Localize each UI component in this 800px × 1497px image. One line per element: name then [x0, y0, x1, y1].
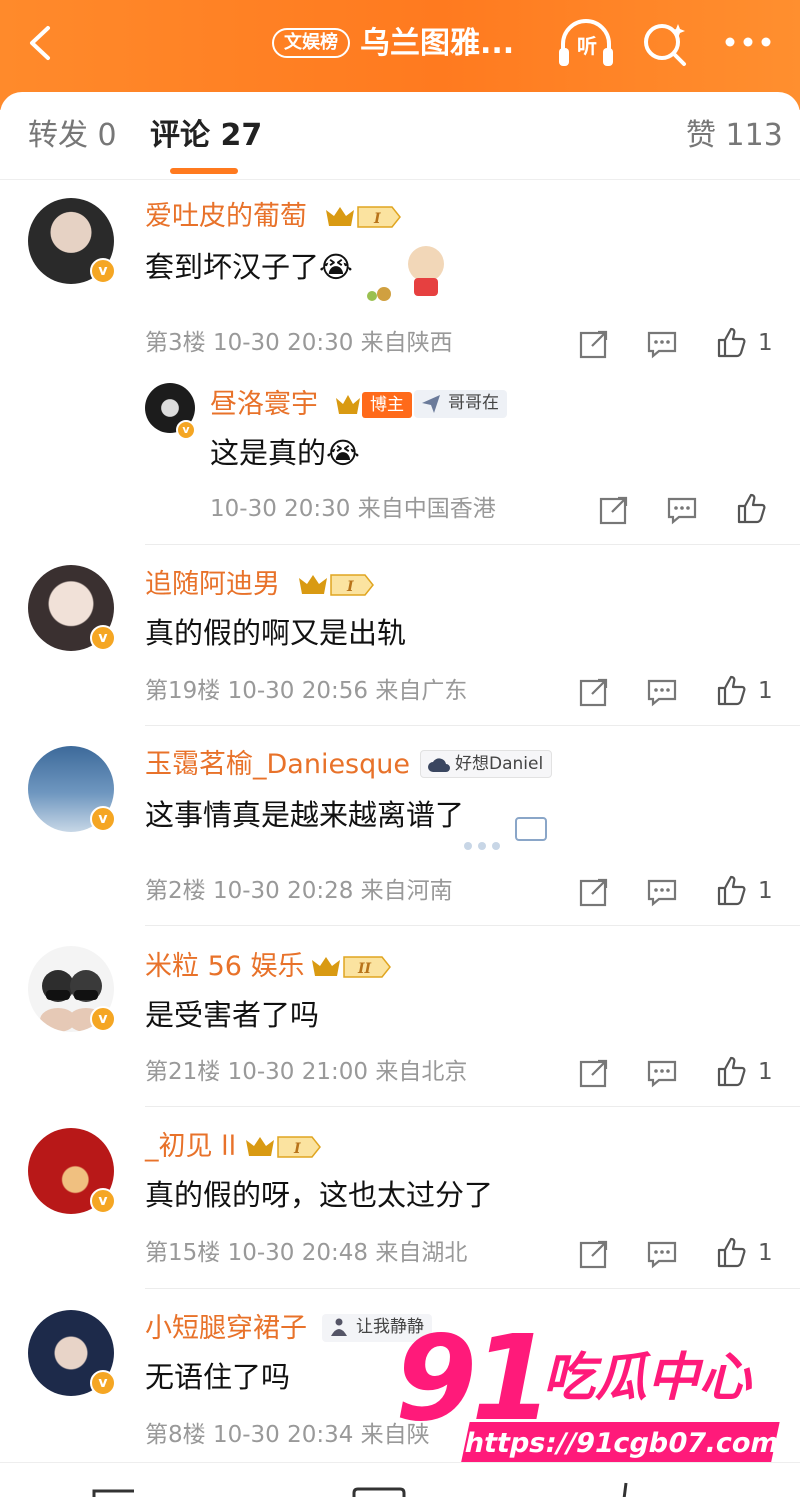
username[interactable]: 爱吐皮的葡萄 [145, 200, 307, 234]
cloud-icon [428, 758, 450, 772]
like-icon[interactable] [716, 1055, 748, 1087]
like-count: 1 [758, 678, 773, 704]
reply-icon[interactable] [666, 494, 698, 526]
reply-icon[interactable] [646, 1238, 678, 1270]
reply-icon[interactable] [646, 876, 678, 908]
repost-icon[interactable] [92, 1487, 142, 1497]
member-level-icon: I [246, 1136, 321, 1158]
username[interactable]: 追随阿迪男 [145, 568, 280, 602]
like-icon[interactable] [716, 874, 748, 906]
more-icon[interactable] [722, 20, 774, 64]
author-badge: 博主 [362, 392, 412, 418]
comment-meta: 第15楼 10-30 20:48 来自湖北 [145, 1240, 468, 1266]
search-icon[interactable] [640, 18, 692, 68]
fan-tag-label: 哥哥在 [448, 393, 499, 413]
crown-icon [336, 395, 360, 414]
username[interactable]: 昼洛寰宇 [210, 388, 318, 422]
verified-badge-icon: v [90, 806, 116, 832]
share-icon[interactable] [578, 1238, 610, 1270]
verified-badge-icon: v [176, 420, 196, 440]
comment-text: 真的假的啊又是出轨 [145, 616, 407, 650]
comment-meta: 第3楼 10-30 20:30 来自陕西 [145, 330, 453, 356]
reply-icon[interactable] [646, 676, 678, 708]
share-icon[interactable] [578, 1057, 610, 1089]
member-level-icon: II [312, 956, 391, 978]
svg-text:I: I [293, 1141, 301, 1157]
comment-text: 真的假的呀，这也太过分了 [145, 1178, 494, 1212]
divider [145, 1106, 800, 1107]
comment-meta: 第19楼 10-30 20:56 来自广东 [145, 678, 468, 704]
active-tab-indicator [170, 168, 238, 174]
like-count: 1 [758, 1059, 773, 1085]
like-count: 1 [758, 330, 773, 356]
username[interactable]: _初见 ll [145, 1130, 236, 1164]
listen-label: 听 [577, 34, 597, 58]
hot-list-tag[interactable]: 文娱榜 [272, 28, 350, 58]
verified-badge-icon: v [90, 1188, 116, 1214]
like-count: 1 [758, 1240, 773, 1266]
comment-meta: 第2楼 10-30 20:28 来自河南 [145, 878, 453, 904]
verified-badge-icon: v [90, 625, 116, 651]
comment-icon[interactable] [352, 1487, 406, 1497]
watermark-number: 91 [395, 1309, 553, 1447]
page-title: 乌兰图雅... [360, 26, 515, 61]
comment-sticker-icon [367, 246, 444, 301]
like-icon[interactable] [716, 326, 748, 358]
fan-tag-label: 好想Daniel [455, 754, 544, 774]
verified-badge-icon: v [90, 1370, 116, 1396]
member-level-icon: I [299, 574, 374, 596]
tab-comments[interactable]: 评论 27 [150, 116, 262, 156]
divider [145, 1288, 800, 1289]
tab-repost[interactable]: 转发 0 [28, 116, 117, 156]
watermark-name: 吃瓜中心 [543, 1348, 752, 1408]
comment-sticker-icon [464, 817, 547, 850]
share-icon[interactable] [578, 328, 610, 360]
comment-text: 这是真的😭 [210, 436, 360, 470]
like-icon[interactable] [716, 674, 748, 706]
watermark: 91 吃瓜中心 https://91cgb07.com [395, 1318, 785, 1468]
tab-likes[interactable]: 赞 113 [686, 116, 783, 156]
comment-text: 是受害者了吗 [145, 998, 320, 1032]
like-icon[interactable] [736, 492, 768, 524]
like-icon[interactable] [608, 1481, 638, 1497]
divider [145, 725, 800, 726]
watermark-url: https://91cgb07.com [460, 1422, 782, 1466]
svg-text:I: I [346, 579, 354, 595]
back-arrow-icon[interactable] [22, 22, 64, 64]
svg-text:I: I [373, 211, 381, 227]
username[interactable]: 小短腿穿裙子 [145, 1312, 307, 1346]
reply-icon[interactable] [646, 1057, 678, 1089]
divider [145, 925, 800, 926]
comment-text: 这事情真是越来越离谱了 [145, 798, 465, 832]
share-icon[interactable] [598, 494, 630, 526]
paper-plane-icon [422, 395, 440, 413]
verified-badge-icon: v [90, 1006, 116, 1032]
share-icon[interactable] [578, 676, 610, 708]
comment-meta: 第8楼 10-30 20:34 来自陕 [145, 1422, 430, 1448]
svg-text:II: II [357, 961, 372, 977]
share-icon[interactable] [578, 876, 610, 908]
bottom-toolbar [0, 1462, 800, 1497]
comment-meta: 10-30 20:30 来自中国香港 [210, 496, 496, 522]
comment-text: 套到坏汉子了😭 [145, 250, 353, 284]
member-level-icon: I [326, 206, 401, 228]
comment-meta: 第21楼 10-30 21:00 来自北京 [145, 1059, 468, 1085]
like-count: 1 [758, 878, 773, 904]
fan-tag: 哥哥在 [414, 390, 507, 418]
username[interactable]: 玉霭茗榆_Daniesque [145, 748, 410, 782]
divider [145, 544, 800, 545]
fan-tag: 好想Daniel [420, 750, 553, 778]
like-icon[interactable] [716, 1236, 748, 1268]
reply-icon[interactable] [646, 328, 678, 360]
tab-bar: 转发 0 评论 27 赞 113 [0, 92, 800, 180]
username[interactable]: 米粒 56 娱乐 [145, 950, 305, 984]
verified-badge-icon: v [90, 258, 116, 284]
meditation-icon [331, 1318, 347, 1336]
comment-text: 无语住了吗 [145, 1360, 291, 1394]
